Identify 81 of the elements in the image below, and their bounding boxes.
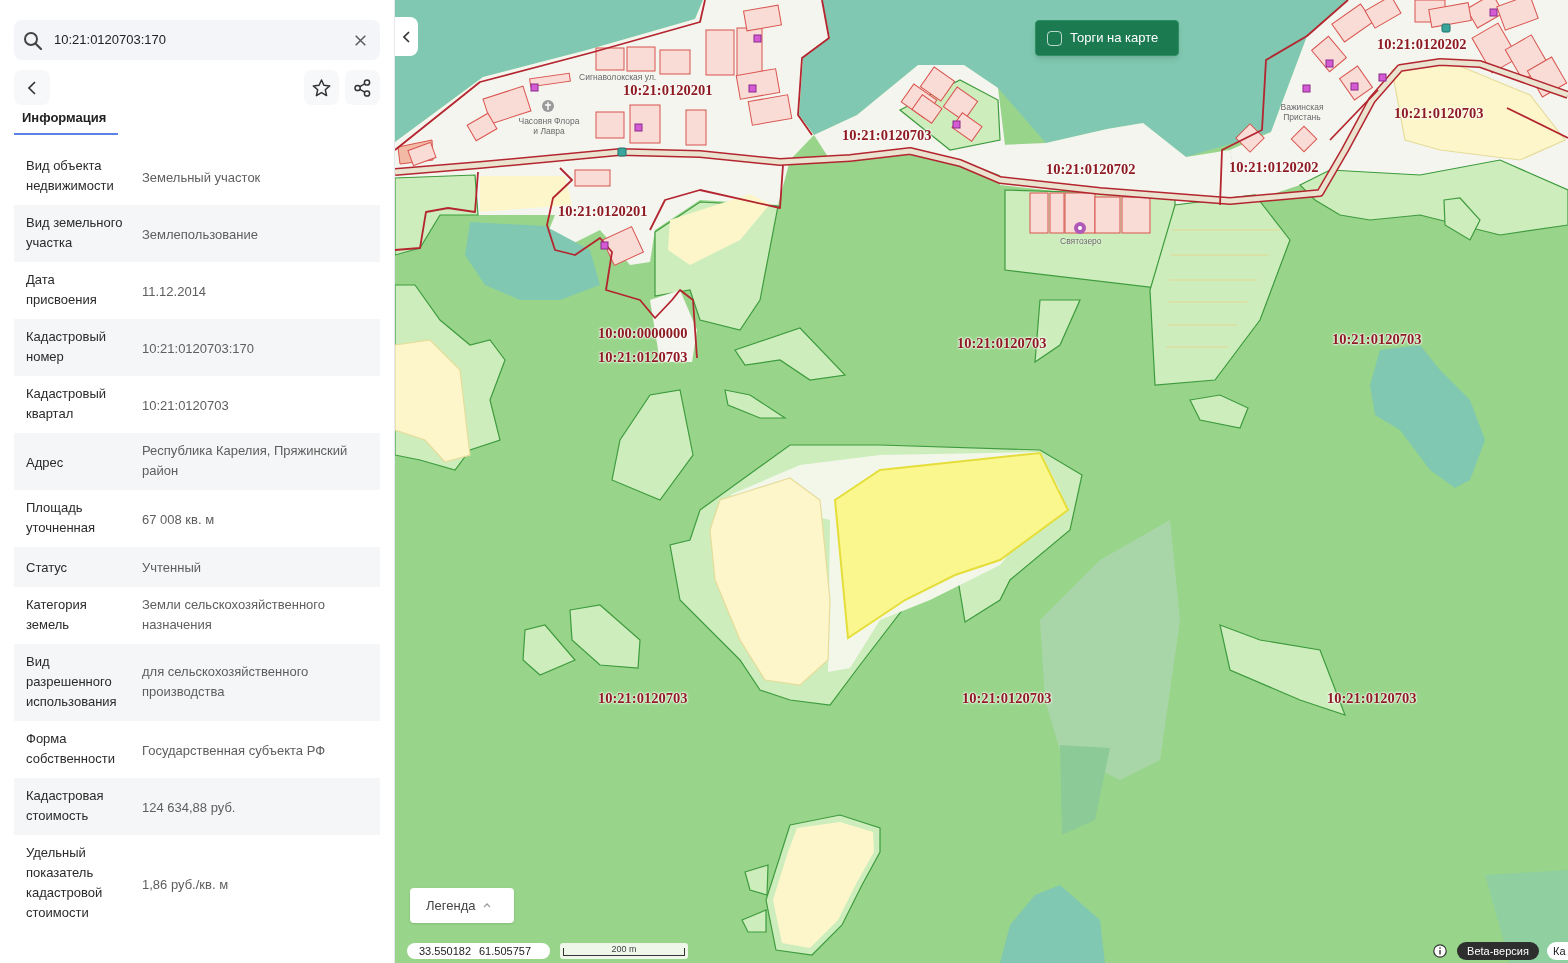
property-value: 67 008 кв. м	[142, 510, 215, 529]
building-marker-icon	[530, 83, 539, 92]
property-value: Учтенный	[142, 559, 202, 577]
property-label: Дата присвоения	[26, 271, 98, 309]
property-value: 10:21:0120703	[142, 396, 229, 415]
map-mode-button[interactable]: Ка	[1547, 942, 1568, 960]
cadastral-quarter-label: 10:21:0120703	[1327, 689, 1417, 707]
cadastral-quarter-label: 10:21:0120703	[1332, 330, 1422, 348]
chevron-left-icon	[28, 80, 36, 95]
cadastral-quarter-label: 10:21:0120703	[1394, 104, 1484, 122]
close-icon	[354, 34, 366, 46]
auction-toggle-button[interactable]: Торги на карте	[1035, 20, 1179, 56]
building-marker-icon	[634, 123, 643, 132]
favorite-button[interactable]	[304, 70, 339, 105]
info-tab[interactable]: Информация	[14, 108, 118, 135]
cadastral-quarter-label: 10:21:0120703	[962, 689, 1052, 707]
place-marker-icon	[1074, 222, 1086, 234]
property-label: Форма собственности	[26, 730, 116, 768]
place-name-label: Часовня Флора и Лавра	[517, 116, 581, 136]
building-marker-icon	[1350, 82, 1359, 91]
property-value: Земельный участок	[142, 168, 261, 187]
place-name-label: Святозеро	[1060, 236, 1102, 246]
search-field[interactable]: 10:21:0120703:170	[14, 20, 380, 60]
building-marker-icon	[748, 84, 757, 93]
property-value: для сельскохозяйственного производства	[142, 663, 310, 701]
property-label: Кадастровый номер	[26, 328, 108, 366]
property-value: 124 634,88 руб.	[142, 798, 236, 817]
property-value: 11.12.2014	[142, 282, 207, 301]
property-value: Республика Карелия, Пряжинский район	[142, 442, 349, 480]
building-marker-icon	[1378, 73, 1387, 82]
cadastral-quarter-label: 10:21:0120703	[598, 348, 688, 366]
property-label: Вид разрешенного использования	[26, 653, 118, 711]
property-label: Статус	[26, 559, 68, 577]
cadastral-quarter-label: 10:21:0120201	[623, 82, 713, 99]
property-label: Удельный показатель кадастровой стоимости	[26, 844, 104, 922]
collapse-panel-button[interactable]	[395, 17, 418, 56]
property-label: Вид объекта недвижимости	[26, 157, 115, 195]
share-icon	[354, 78, 371, 97]
stop-marker-icon	[1441, 23, 1451, 33]
property-label: Категория земель	[26, 596, 88, 634]
property-value: Землепользование	[142, 225, 258, 244]
scale-bar: 200 m	[560, 943, 688, 959]
legend-button[interactable]: Легенда	[410, 888, 514, 923]
building-marker-icon	[952, 120, 961, 129]
chevron-left-icon	[403, 30, 410, 43]
checkbox[interactable]	[1047, 30, 1062, 46]
cadastral-quarter-label: 10:00:0000000	[598, 324, 688, 342]
property-label: Кадастровая стоимость	[26, 787, 105, 825]
building-marker-icon	[1489, 8, 1498, 17]
building-marker-icon	[1302, 84, 1311, 93]
share-button[interactable]	[345, 70, 380, 105]
info-icon[interactable]	[1433, 944, 1447, 958]
place-name-label: Важинская Пристань	[1279, 102, 1325, 122]
cadastral-quarter-label: 10:21:0120202	[1229, 158, 1319, 176]
cadastral-quarter-label: 10:21:0120702	[1046, 160, 1136, 178]
star-icon	[312, 78, 331, 97]
stop-marker-icon	[617, 147, 627, 157]
back-button[interactable]	[14, 70, 50, 105]
cadastral-quarter-label: 10:21:0120703	[957, 334, 1047, 352]
property-value: 1,86 руб./кв. м	[142, 875, 229, 894]
place-name-label: Сигнаволокская ул.	[579, 72, 657, 82]
cadastral-quarter-label: 10:21:0120703	[842, 126, 932, 144]
property-value: Земли сельскохозяйственного назначения	[142, 596, 326, 634]
latitude-text: 61.505757	[479, 943, 531, 959]
building-marker-icon	[600, 241, 609, 250]
place-marker-icon	[542, 100, 554, 112]
property-label: Кадастровый квартал	[26, 385, 108, 423]
search-icon	[23, 30, 42, 50]
cadastral-quarter-label: 10:21:0120202	[1377, 35, 1467, 53]
cadastral-quarter-label: 10:21:0120201	[558, 202, 648, 220]
building-marker-icon	[753, 34, 762, 43]
property-label: Адрес	[26, 453, 64, 472]
property-value: 10:21:0120703:170	[142, 339, 255, 358]
building-marker-icon	[1325, 59, 1334, 68]
cadastral-quarter-label: 10:21:0120703	[598, 689, 688, 707]
property-value: Государственная субъекта РФ	[142, 741, 326, 760]
longitude-text: 33.550182	[419, 943, 471, 959]
beta-badge: Beta-версия	[1457, 942, 1539, 960]
caret-up-icon	[483, 903, 492, 908]
property-label: Площадь уточненная	[26, 499, 97, 537]
property-label: Вид земельного участка	[26, 214, 124, 252]
